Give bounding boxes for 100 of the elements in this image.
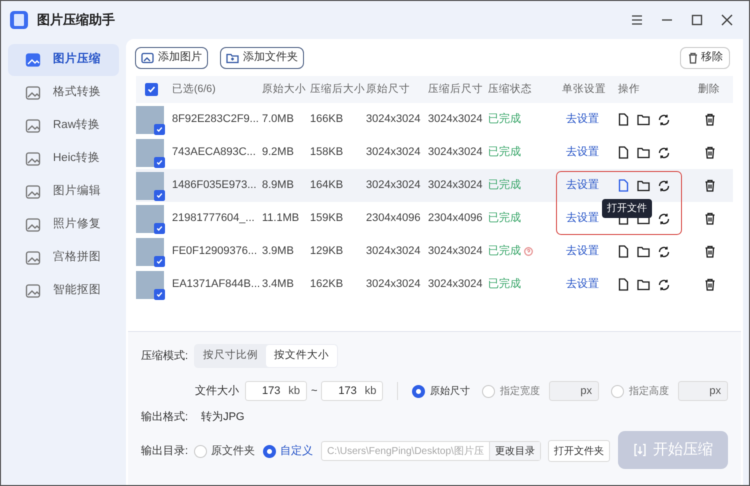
column-header: 压缩状态: [488, 82, 533, 97]
row-checkbox[interactable]: [154, 156, 165, 168]
field-label: 输出目录:: [141, 444, 188, 459]
table-cell-text: FE0F12909376...: [172, 244, 258, 260]
settings-link[interactable]: 去设置: [562, 177, 618, 194]
refresh-icon[interactable]: [658, 114, 670, 126]
select-all-checkbox[interactable]: [145, 83, 158, 96]
field-label: 输出格式:: [141, 410, 188, 425]
check-icon: [156, 224, 163, 232]
image-icon: [25, 250, 41, 266]
file-icon[interactable]: [618, 146, 629, 159]
folder-icon[interactable]: [637, 180, 650, 192]
refresh-icon[interactable]: [658, 246, 670, 258]
sidebar-item[interactable]: 智能抠图: [8, 275, 119, 307]
unit-label: px: [709, 384, 721, 399]
window-title: 图片压缩助手: [37, 11, 115, 30]
table-cell-text: 129KB: [310, 244, 344, 260]
max-size-field[interactable]: 173 kb: [321, 381, 384, 401]
table-cell-text: 3024x3024: [366, 112, 422, 128]
table-cell-text: 8F92E283C2F9...: [172, 112, 260, 128]
column-header: 单张设置: [562, 82, 607, 97]
radio-button[interactable]: [412, 384, 425, 398]
unit-label: kb: [288, 384, 300, 399]
sidebar-item[interactable]: Raw转换: [8, 110, 119, 142]
row-checkbox[interactable]: [154, 124, 165, 134]
refresh-icon[interactable]: [658, 278, 670, 290]
app-logo-icon: [9, 10, 29, 30]
sidebar-item[interactable]: Heic转换: [8, 143, 119, 175]
mode-tab[interactable]: 按文件大小: [266, 345, 338, 367]
column-header: 压缩后大小: [310, 82, 366, 97]
separator-text: ~: [310, 384, 318, 399]
table-cell-text: 3024x3024: [366, 244, 422, 260]
folder-icon[interactable]: [637, 114, 650, 126]
check-icon: [156, 158, 163, 166]
column-header: 删除: [698, 82, 721, 97]
folder-icon[interactable]: [637, 246, 650, 258]
add-folder-icon: [226, 52, 240, 64]
maximize-icon[interactable]: [691, 14, 703, 26]
file-icon[interactable]: [618, 278, 629, 291]
table-cell-text: 1486F035E973...: [172, 178, 258, 194]
file-icon[interactable]: [618, 113, 629, 126]
remove-button[interactable]: 移除: [680, 46, 730, 68]
file-icon[interactable]: [618, 245, 629, 258]
compress-icon: [633, 443, 647, 457]
table-cell-text: 166KB: [310, 112, 344, 128]
column-header: 操作: [618, 82, 641, 97]
column-header: 原始尺寸: [366, 82, 411, 97]
table-cell-text: 3024x3024: [366, 178, 422, 194]
row-checkbox[interactable]: [154, 190, 165, 200]
check-icon: [147, 85, 156, 94]
folder-icon[interactable]: [637, 146, 650, 158]
check-icon: [156, 258, 163, 264]
add-image-button[interactable]: 添加图片: [135, 46, 208, 68]
check-icon: [156, 126, 163, 132]
option-label: 指定高度: [629, 384, 669, 398]
settings-link[interactable]: 去设置: [562, 243, 618, 260]
field-label: 压缩模式:: [141, 348, 188, 364]
unit-label: px: [580, 384, 592, 399]
table-cell-text: 743AECA893C...: [172, 145, 257, 160]
add-folder-button[interactable]: 添加文件夹: [220, 46, 304, 68]
table-cell-text: 3024x3024: [428, 112, 484, 128]
row-checkbox[interactable]: [154, 256, 165, 266]
dimension-field[interactable]: px: [549, 381, 599, 401]
menu-icon[interactable]: [631, 14, 643, 26]
row-checkbox[interactable]: [154, 288, 165, 300]
sidebar-item[interactable]: 照片修复: [8, 209, 119, 241]
image-icon: [25, 217, 41, 233]
table-cell-text: 158KB: [310, 145, 344, 160]
settings-link[interactable]: 去设置: [562, 111, 618, 128]
sidebar-item[interactable]: 图片编辑: [8, 176, 119, 208]
table-cell-text: EA1371AF844B...: [172, 277, 262, 292]
settings-link[interactable]: 去设置: [562, 276, 618, 293]
option-label: 原文件夹: [211, 444, 256, 459]
folder-icon[interactable]: [637, 278, 650, 290]
table-cell-text: 9.2MB: [262, 145, 295, 160]
change-directory-button[interactable]: 更改目录: [488, 442, 540, 460]
close-icon[interactable]: [721, 14, 733, 26]
mode-tab[interactable]: 按尺寸比例: [195, 345, 266, 367]
refresh-icon[interactable]: [658, 146, 670, 158]
sidebar-item[interactable]: 宫格拼图: [8, 242, 119, 274]
status-text: 已完成: [488, 276, 521, 292]
table-cell-text: 3024x3024: [428, 277, 484, 292]
min-size-field[interactable]: 173 kb: [245, 381, 307, 401]
table-cell-text: 162KB: [310, 277, 344, 292]
radio-button[interactable]: [263, 444, 276, 458]
settings-link[interactable]: 去设置: [562, 144, 618, 161]
column-header: 已选(6/6): [172, 82, 217, 97]
sidebar-item[interactable]: 格式转换: [8, 77, 119, 109]
table-cell-text: 7.0MB: [262, 112, 295, 128]
open-folder-button[interactable]: 打开文件夹: [548, 440, 610, 462]
refresh-icon[interactable]: [658, 180, 670, 192]
refresh-icon[interactable]: [658, 212, 670, 224]
table-cell-text: 164KB: [310, 178, 344, 194]
dimension-field[interactable]: px: [678, 381, 728, 401]
image-icon: [25, 52, 41, 68]
row-checkbox[interactable]: [154, 222, 165, 234]
column-header: 原始大小: [262, 82, 307, 97]
sidebar-item[interactable]: 图片压缩: [8, 44, 119, 76]
trash-icon: [687, 52, 699, 64]
status-text: 已完成: [488, 112, 521, 128]
